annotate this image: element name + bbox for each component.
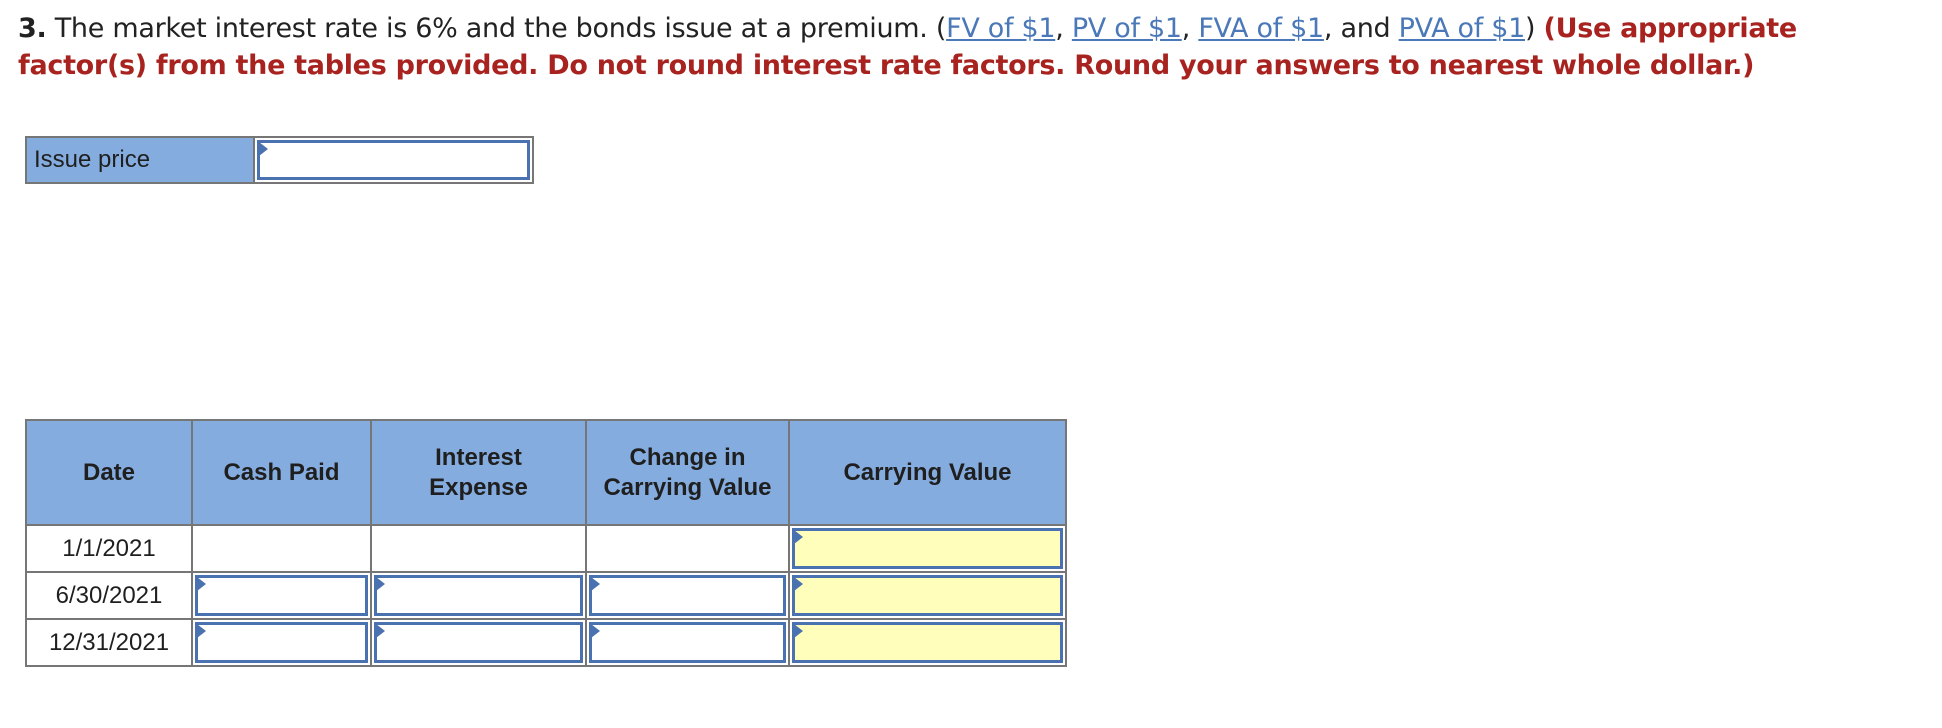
separator: , [1055,13,1072,44]
carrying-value-input[interactable] [792,575,1063,616]
interest-expense-cell [370,571,587,620]
cash-paid-cell [191,618,372,667]
change-input[interactable] [589,622,786,663]
header-carrying-value: Carrying Value [788,419,1067,526]
issue-price-input[interactable] [257,140,530,180]
question-body: The market interest rate is 6% and the b… [46,13,947,44]
header-row: Date Cash Paid Interest Expense Change i… [25,419,1067,526]
issue-price-row: Issue price [25,136,534,184]
interest-expense-input[interactable] [374,622,583,663]
input-marker-icon [197,577,206,591]
table-row: 1/1/2021 [25,524,1067,573]
change-cell [585,524,790,573]
separator: , [1181,13,1199,44]
header-cash-paid: Cash Paid [191,419,372,526]
input-marker-icon [794,624,803,638]
issue-price-cell [255,138,532,182]
date-cell: 1/1/2021 [25,524,193,573]
cash-paid-cell [191,571,372,620]
date-cell: 12/31/2021 [25,618,193,667]
link-pv-of-1[interactable]: PV of $1 [1072,13,1182,44]
table-row: 12/31/2021 [25,618,1067,667]
carrying-value-input[interactable] [792,528,1063,569]
question-text: 3. The market interest rate is 6% and th… [18,10,1918,84]
header-interest-expense: Interest Expense [370,419,587,526]
change-input[interactable] [589,575,786,616]
separator: ) [1525,13,1544,44]
change-cell [585,618,790,667]
header-label: Change in Carrying Value [603,443,772,501]
link-fva-of-1[interactable]: FVA of $1 [1198,13,1324,44]
input-marker-icon [376,624,385,638]
input-marker-icon [591,624,600,638]
separator: , and [1323,13,1399,44]
interest-expense-cell [370,618,587,667]
interest-expense-cell [370,524,587,573]
date-cell: 6/30/2021 [25,571,193,620]
change-cell [585,571,790,620]
link-fv-of-1[interactable]: FV of $1 [946,13,1055,44]
input-marker-icon [794,530,803,544]
input-marker-icon [259,142,268,156]
cash-paid-cell [191,524,372,573]
input-marker-icon [197,624,206,638]
interest-expense-input[interactable] [374,575,583,616]
cash-paid-input[interactable] [195,575,368,616]
carrying-value-cell [788,618,1067,667]
issue-price-label: Issue price [27,138,255,182]
link-pva-of-1[interactable]: PVA of $1 [1399,13,1526,44]
header-label: Interest Expense [429,443,528,501]
carrying-value-cell [788,524,1067,573]
input-marker-icon [376,577,385,591]
amortization-schedule: Date Cash Paid Interest Expense Change i… [25,419,1067,667]
carrying-value-input[interactable] [792,622,1063,663]
input-marker-icon [794,577,803,591]
cash-paid-input[interactable] [195,622,368,663]
input-marker-icon [591,577,600,591]
carrying-value-cell [788,571,1067,620]
question-number: 3. [18,13,47,44]
table-row: 6/30/2021 [25,571,1067,620]
header-date: Date [25,419,193,526]
header-change-in-carrying-value: Change in Carrying Value [585,419,790,526]
